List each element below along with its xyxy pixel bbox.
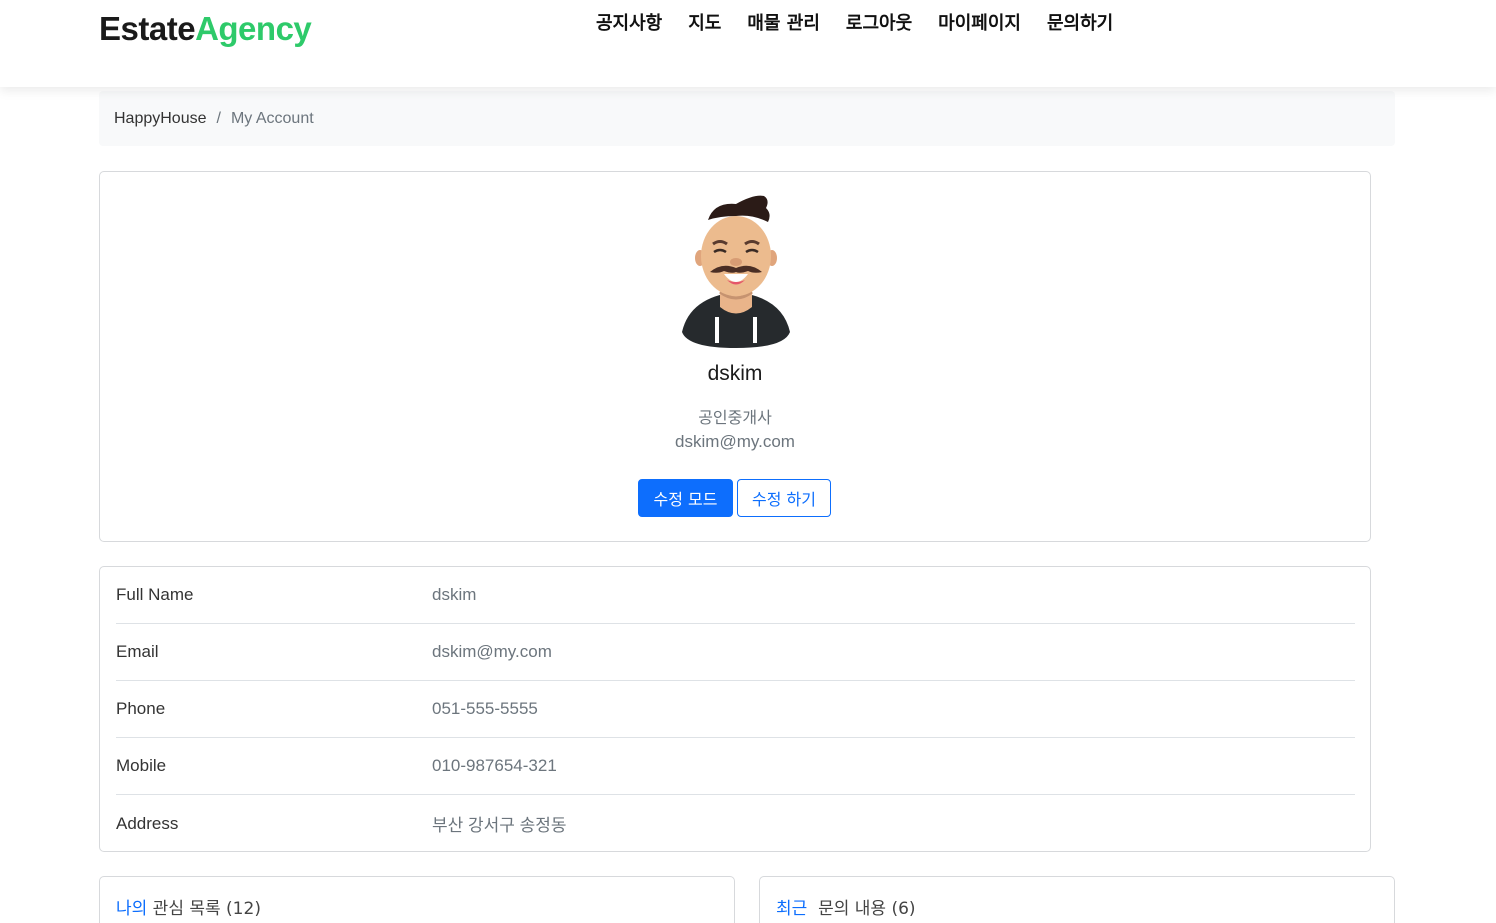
favorites-panel-title: 나의 관심 목록 (12) [116,894,261,919]
inquiries-highlight: 최근 [776,899,808,919]
detail-value: dskim@my.com [432,642,552,661]
inquiries-panel-title: 최근 문의 내용 (6) [776,894,916,919]
nav-item-inquiry[interactable]: 문의하기 [1034,12,1126,36]
profile-role: 공인중개사 [698,408,772,427]
breadcrumb-home[interactable]: HappyHouse [114,110,207,128]
main-nav: 공지사항 지도 매물 관리 로그아웃 마이페이지 문의하기 [596,12,1126,36]
nav-item-mypage[interactable]: 마이페이지 [925,12,1034,36]
detail-value: 010-987654-321 [432,756,557,775]
breadcrumb-separator: / [216,109,221,127]
breadcrumb-current: My Account [230,109,314,127]
detail-value: dskim [432,585,477,604]
favorites-highlight: 나의 [116,899,148,919]
avatar-icon [682,195,790,348]
detail-label: Phone [116,699,166,718]
detail-row-mobile: Mobile 010-987654-321 [116,738,1355,795]
recent-inquiries-panel: 최근 문의 내용 (6) [759,876,1395,923]
detail-row-address: Address 부산 강서구 송정동 [116,795,1355,852]
save-edit-button[interactable]: 수정 하기 [737,479,831,517]
brand-part2: Agency [195,10,312,47]
favorites-panel: 나의 관심 목록 (12) [99,876,735,923]
favorites-title-text: 관심 목록 (12) [147,899,261,919]
detail-value: 051-555-5555 [432,699,538,718]
detail-row-phone: Phone 051-555-5555 [116,681,1355,738]
brand-logo[interactable]: EstateAgency [99,10,312,48]
edit-mode-button[interactable]: 수정 모드 [638,479,733,517]
profile-email: dskim@my.com [675,432,795,451]
detail-value: 부산 강서구 송정동 [432,816,567,835]
account-details-card: Full Name dskim Email dskim@my.com Phone… [99,566,1371,852]
nav-item-logout[interactable]: 로그아웃 [833,12,925,36]
detail-label: Address [116,813,179,833]
detail-row-email: Email dskim@my.com [116,624,1355,681]
profile-card: dskim 공인중개사 dskim@my.com 수정 모드 수정 하기 [99,171,1371,542]
detail-label: Email [116,642,159,661]
nav-item-map[interactable]: 지도 [675,12,734,36]
detail-label: Mobile [116,756,167,775]
profile-name: dskim [707,362,763,385]
top-navbar: EstateAgency 공지사항 지도 매물 관리 로그아웃 마이페이지 문의… [0,0,1496,87]
brand-part1: Estate [99,10,196,47]
profile-actions: 수정 모드 수정 하기 [638,479,831,517]
detail-row-fullname: Full Name dskim [116,567,1355,624]
nav-item-listings[interactable]: 매물 관리 [734,12,833,36]
breadcrumb: HappyHouse / My Account [99,91,1395,146]
detail-label: Full Name [116,585,194,604]
inquiries-title-text: 문의 내용 (6) [807,899,916,919]
nav-item-notice[interactable]: 공지사항 [596,12,675,36]
